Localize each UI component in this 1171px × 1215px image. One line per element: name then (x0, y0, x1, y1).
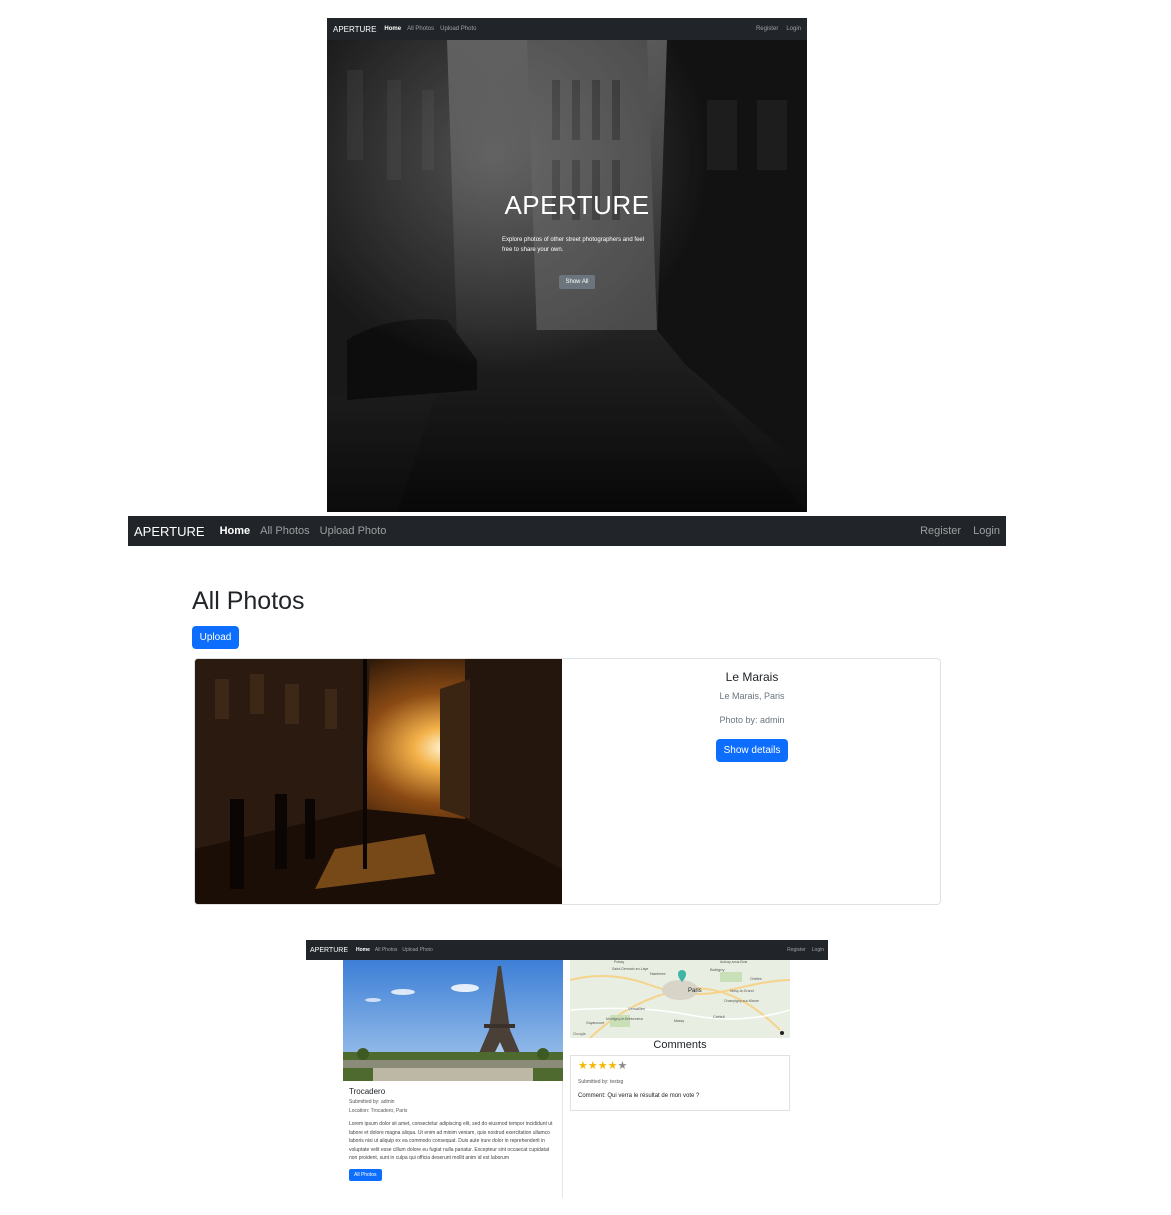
hero-screenshot: APERTURE Home All Photos Upload Photo Re… (327, 18, 807, 512)
map-label-chelles: Chelles (750, 977, 762, 981)
photo-submitted-by: Submitted by: admin (349, 1099, 395, 1105)
page-title: All Photos (192, 587, 305, 615)
comment-author: Submitted by: testsg (578, 1079, 624, 1085)
location-map[interactable]: Paris Bobigny Nanterre Saint-Germain-en-… (570, 960, 790, 1038)
photo-card: Le Marais Le Marais, Paris Photo by: adm… (194, 658, 941, 905)
comment-text: Comment: Qui verra le résultat de mon vo… (578, 1093, 700, 1099)
photo-detail-body: Trocadero Submitted by: admin Location: … (349, 1087, 557, 1181)
nav-auth-links: Register Login (748, 26, 801, 32)
nav-register[interactable]: Register (920, 525, 961, 537)
map-label-massy: Massy (674, 1019, 684, 1023)
photo-description: Lorem ipsum dolor sit amet, consectetur … (349, 1121, 553, 1162)
photo-location: Le Marais, Paris (719, 691, 785, 701)
photo-image (343, 960, 563, 1081)
nav-upload-photo[interactable]: Upload Photo (402, 947, 432, 953)
show-all-button[interactable]: Show All (559, 275, 595, 289)
comment-card: ★ ★ ★ ★ ★ Submitted by: testsg Comment: Qui … (570, 1055, 790, 1111)
map-label-versailles: Versailles (628, 1006, 645, 1011)
star-filled-icon: ★ (607, 1060, 618, 1072)
nav-all-photos[interactable]: All Photos (375, 947, 398, 953)
nav-login[interactable]: Login (786, 26, 801, 32)
map-label-montigny: Montigny-le-Bretonneux (606, 1017, 643, 1021)
all-photos-button[interactable]: All Photos (349, 1168, 382, 1181)
photo-title: Le Marais (725, 670, 779, 684)
star-empty-icon: ★ (617, 1060, 628, 1072)
hero-title: APERTURE (504, 190, 650, 220)
nav-login[interactable]: Login (973, 525, 1000, 537)
nav-register[interactable]: Register (756, 26, 778, 32)
map-label-google: Google (573, 1031, 587, 1036)
nav-home[interactable]: Home (384, 26, 401, 32)
map-label-noisy: Noisy-le-Grand (730, 989, 754, 993)
star-rating: ★ ★ ★ ★ ★ (578, 1061, 627, 1072)
star-filled-icon: ★ (597, 1060, 608, 1072)
map-label-guyancourt: Guyancourt (586, 1021, 604, 1025)
star-filled-icon: ★ (578, 1060, 588, 1072)
nav-upload-photo[interactable]: Upload Photo (320, 525, 387, 537)
show-details-button[interactable]: Show details (715, 739, 789, 762)
comments-heading: Comments (653, 1039, 707, 1051)
hero-subtitle: Explore photos of other street photograp… (502, 237, 645, 253)
nav-all-photos[interactable]: All Photos (260, 525, 310, 537)
brand-logo[interactable]: APERTURE (134, 524, 205, 539)
map-label-saint-germain: Saint-Germain-en-Laye (612, 967, 648, 971)
map-label-aulnay: Aulnay-sous-Bois (720, 960, 747, 964)
nav-auth-links: Register Login (908, 525, 1000, 537)
photo-thumbnail[interactable] (195, 659, 562, 905)
nav-all-photos[interactable]: All Photos (407, 26, 434, 32)
detail-navbar: APERTURE Home All Photos Upload Photo Re… (306, 940, 828, 960)
nav-home[interactable]: Home (356, 947, 370, 953)
star-filled-icon: ★ (587, 1060, 598, 1072)
nav-home[interactable]: Home (220, 525, 251, 537)
nav-links: Home All Photos Upload Photo (356, 947, 438, 953)
brand-logo[interactable]: APERTURE (333, 25, 376, 34)
nav-auth-links: Register Login (781, 947, 824, 953)
map-label-bobigny: Bobigny (710, 967, 724, 972)
map-label-champigny: Champigny-sur-Marne (724, 999, 759, 1003)
map-label-poissy: Poissy (614, 960, 625, 964)
all-photos-navbar: APERTURE Home All Photos Upload Photo Re… (128, 516, 1006, 546)
map-label-nanterre: Nanterre (650, 971, 666, 976)
nav-login[interactable]: Login (812, 947, 824, 953)
photo-detail-card: Trocadero Submitted by: admin Location: … (343, 960, 563, 1198)
hero-content: APERTURE Explore photos of other street … (502, 190, 652, 289)
hero-navbar: APERTURE Home All Photos Upload Photo Re… (327, 18, 807, 40)
upload-button[interactable]: Upload (192, 626, 239, 649)
photo-detail-screenshot: APERTURE Home All Photos Upload Photo Re… (306, 940, 828, 1198)
photo-location: Location: Trocadero, Paris (349, 1108, 408, 1114)
photo-title: Trocadero (349, 1087, 386, 1096)
map-label-paris: Paris (688, 988, 702, 994)
all-photos-screenshot: APERTURE Home All Photos Upload Photo Re… (128, 516, 1006, 912)
photo-author: Photo by: admin (719, 715, 785, 725)
map-label-creteil: Créteil (713, 1014, 725, 1019)
nav-upload-photo[interactable]: Upload Photo (440, 26, 476, 32)
brand-logo[interactable]: APERTURE (310, 947, 348, 954)
photo-card-body: Le Marais Le Marais, Paris Photo by: adm… (562, 659, 940, 762)
nav-register[interactable]: Register (787, 947, 806, 953)
nav-links: Home All Photos Upload Photo (220, 525, 397, 537)
nav-links: Home All Photos Upload Photo (384, 26, 482, 32)
